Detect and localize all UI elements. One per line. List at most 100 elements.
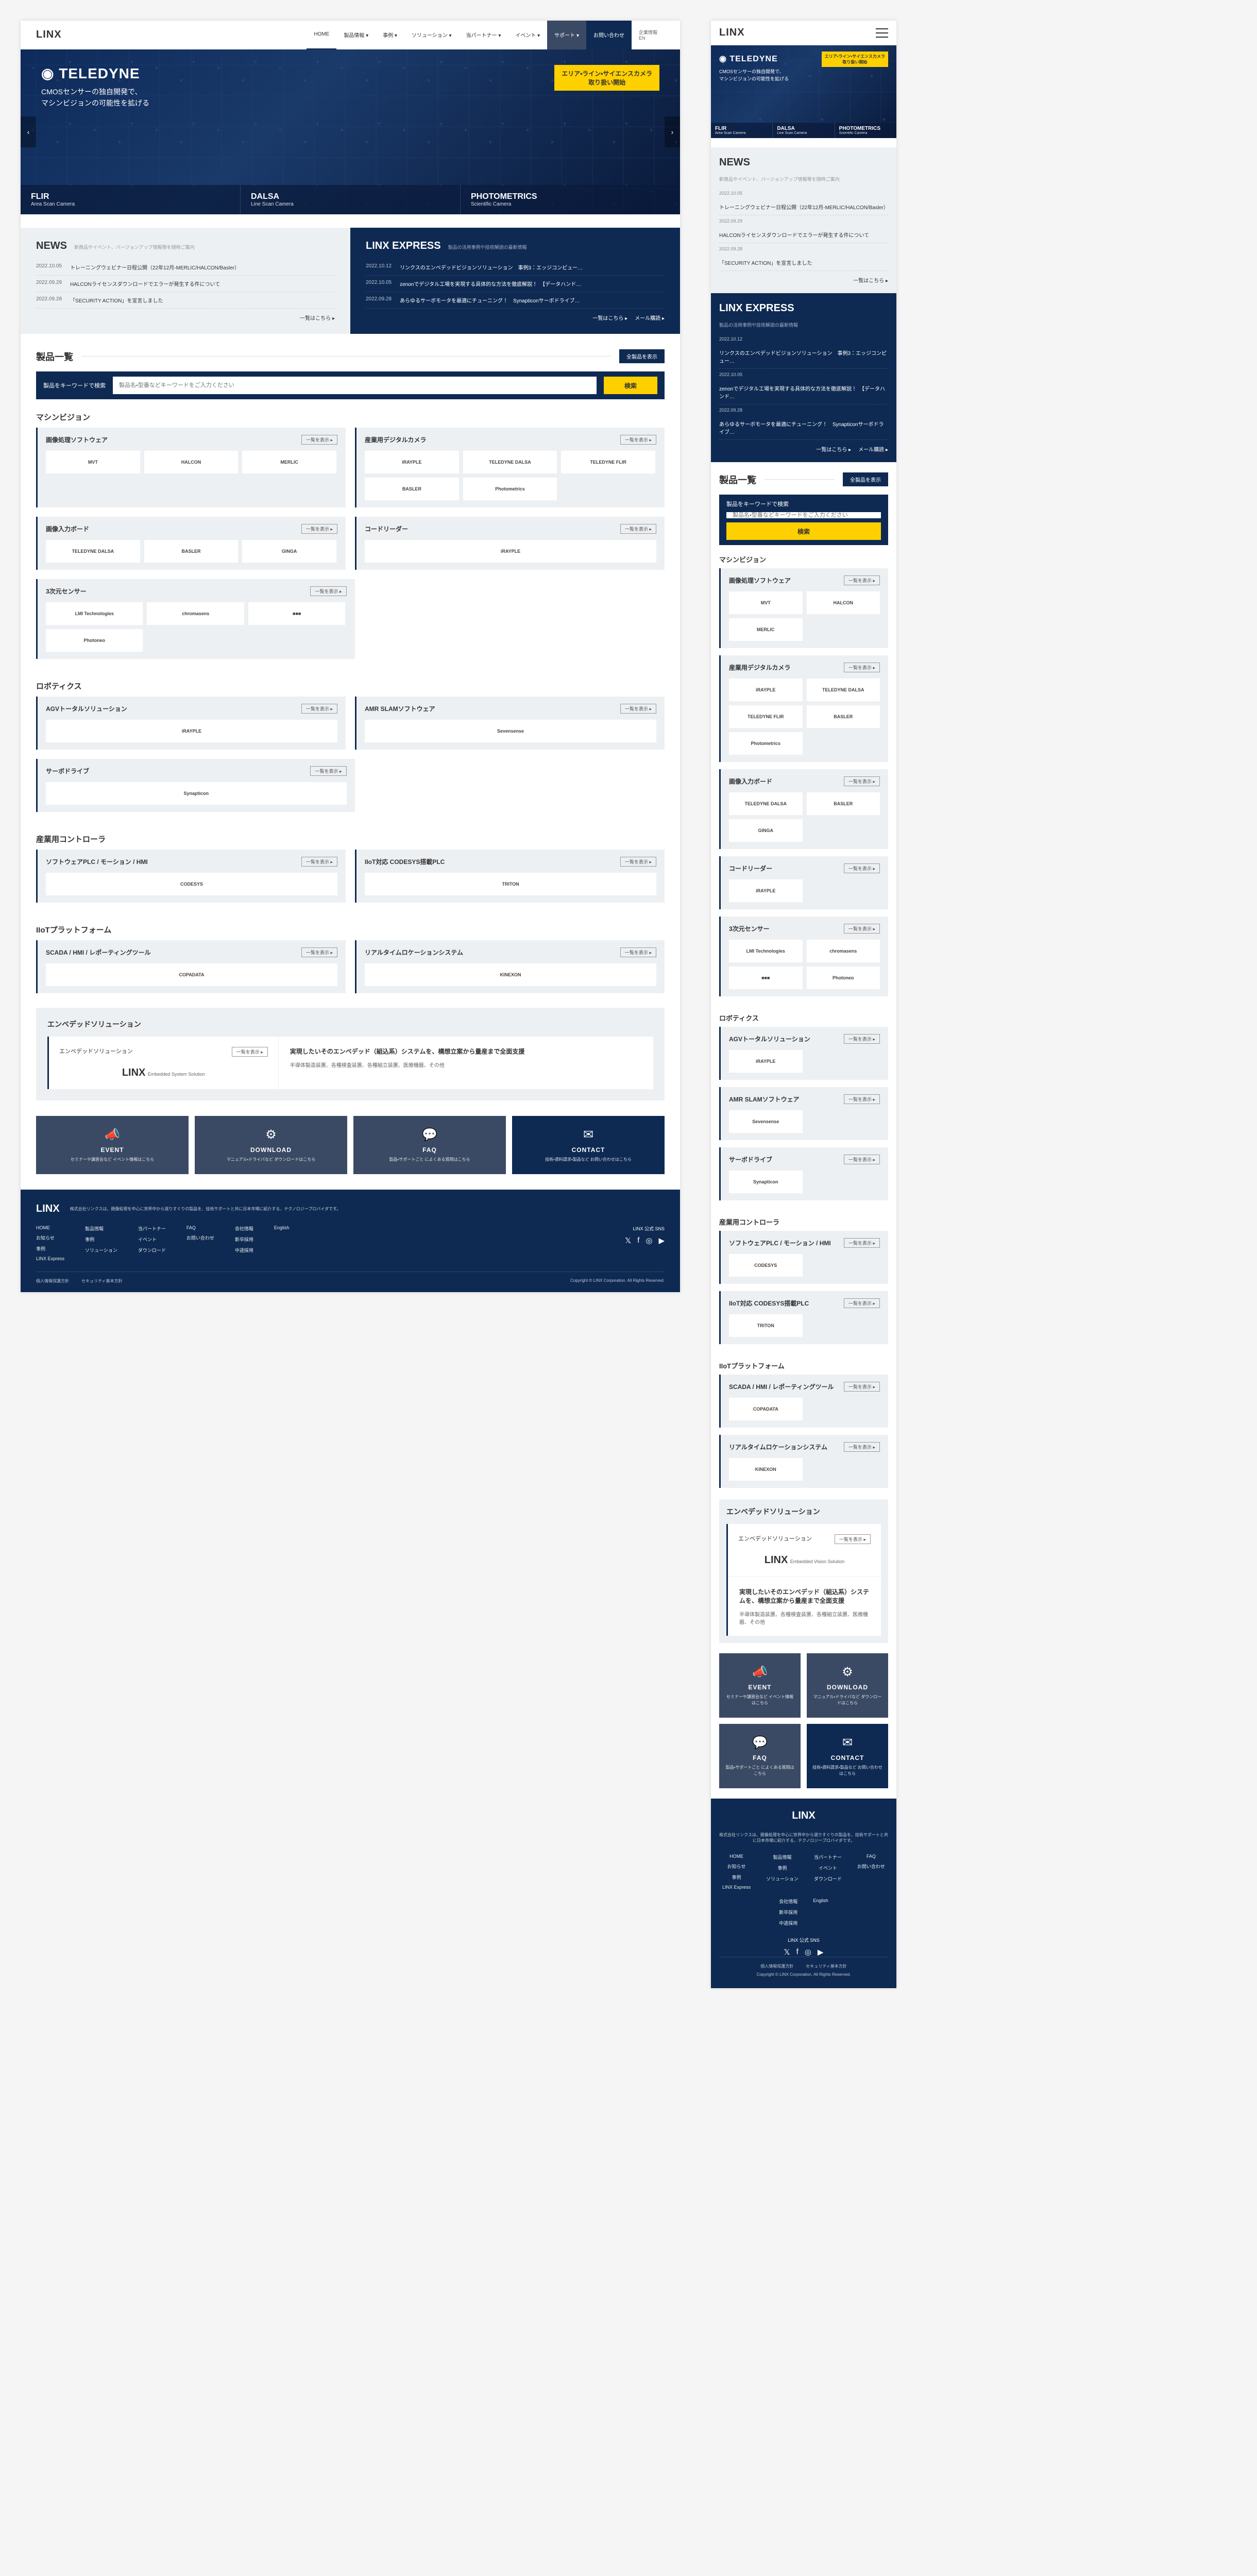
footer-link[interactable]: FAQ [857,1854,885,1859]
brand-logo[interactable]: GINGA [242,540,336,563]
brand-logo[interactable]: TELEDYNE DALSA [463,451,557,473]
brand-logo[interactable]: GINGA [729,819,803,842]
news-item[interactable]: 2022.10.05トレーニングウェビナー日程公開（22年12月-MERLIC/… [36,259,335,276]
hero-tile[interactable]: DALSALine Scan Camera [241,185,461,214]
facebook-icon[interactable]: f [637,1236,639,1245]
brand-logo[interactable]: ■■■ [729,967,803,989]
brand-logo[interactable]: iRAYPLE [46,720,337,742]
search-button[interactable]: 検索 [726,522,881,540]
cta-contact[interactable]: ✉CONTACT技術・資料請求・製品など お問い合わせはこちら [512,1116,665,1174]
nav-solutions[interactable]: ソリューション ▾ [404,21,459,49]
view-all-link[interactable]: 一覧を表示 [310,766,346,776]
view-all-link[interactable]: 一覧を表示 [844,1382,880,1392]
instagram-icon[interactable]: ◎ [646,1236,652,1245]
footer-link[interactable]: English [274,1225,290,1230]
footer-link[interactable]: 会社情報 [779,1898,797,1905]
brand-logo[interactable]: CODESYS [729,1254,803,1277]
menu-icon[interactable] [876,28,888,38]
footer-link[interactable]: お知らせ [722,1863,751,1870]
brand-logo[interactable]: MERLIC [242,451,336,473]
brand-logo[interactable]: chromasens [147,602,244,625]
brand-logo[interactable]: MERLIC [729,618,803,641]
brand-logo[interactable]: Photometrics [463,478,557,500]
brand-logo[interactable]: HALCON [807,591,880,614]
view-all-link[interactable]: 一覧を表示 [301,857,337,867]
view-all-link[interactable]: 一覧を表示 [620,435,656,445]
express-item[interactable]: 2022.09.28あらゆるサーボモータを最適にチューニング！ Synaptic… [366,292,665,309]
view-all-link[interactable]: 一覧を表示 [844,663,880,672]
brand-logo[interactable]: BASLER [365,478,459,500]
view-all-link[interactable]: 一覧を表示 [844,1034,880,1044]
view-all-link[interactable]: 一覧を表示 [844,1442,880,1452]
brand-logo[interactable]: LMI Technologies [46,602,143,625]
view-all-link[interactable]: 一覧を表示 [620,947,656,957]
express-more-link[interactable]: 一覧はこちら [592,316,627,321]
cta-faq[interactable]: 💬FAQ製品・サポートごと によくある質問はこちら [719,1724,801,1788]
view-all-link[interactable]: 一覧を表示 [301,704,337,714]
hero-tile[interactable]: PHOTOMETRICSScientific Camera [461,185,680,214]
footer-link[interactable]: 中途採用 [779,1920,797,1926]
twitter-icon[interactable]: 𝕏 [784,1947,790,1957]
cta-event[interactable]: 📣EVENTセミナーや講習会など イベント情報はこちら [719,1653,801,1718]
news-item[interactable]: 2022.09.29HALCONライセンスダウンロードでエラーが発生する件につい… [36,276,335,292]
footer-link[interactable]: ソリューション [85,1247,117,1253]
view-all-link[interactable]: 一覧を表示 [301,435,337,445]
view-all-link[interactable]: 一覧を表示 [620,704,656,714]
brand-logo[interactable]: TRITON [729,1314,803,1337]
youtube-icon[interactable]: ▶ [818,1947,824,1957]
express-item[interactable]: 2022.10.12リンクスのエンベデッドビジョンソリューション 事例3：エッジ… [366,259,665,276]
footer-link[interactable]: 事例 [722,1874,751,1880]
brand-logo[interactable]: BASLER [144,540,239,563]
brand-logo[interactable]: TELEDYNE DALSA [807,679,880,701]
brand-logo[interactable]: iRAYPLE [365,540,656,563]
facebook-icon[interactable]: f [796,1947,799,1957]
footer-link[interactable]: 製品情報 [85,1225,117,1232]
footer-link[interactable]: イベント [814,1865,842,1871]
search-input[interactable] [726,512,881,518]
brand-logo[interactable]: TELEDYNE DALSA [729,792,803,815]
brand-logo[interactable]: LMI Technologies [729,940,803,962]
footer-link[interactable]: HOME [36,1225,64,1230]
nav-contact[interactable]: お問い合わせ [586,21,632,49]
brand-logo[interactable]: KINEXON [365,963,656,986]
brand-logo[interactable]: Sevensense [729,1110,803,1133]
view-all-link[interactable]: 一覧を表示 [844,924,880,934]
twitter-icon[interactable]: 𝕏 [625,1236,631,1245]
view-all-link[interactable]: 一覧を表示 [844,1238,880,1248]
view-all-link[interactable]: 一覧を表示 [844,1155,880,1164]
view-all-link[interactable]: 一覧を表示 [620,524,656,534]
footer-link[interactable]: 新卒採用 [235,1236,253,1243]
footer-link[interactable]: 事例 [85,1236,117,1243]
brand-logo[interactable]: MVT [729,591,803,614]
footer-link[interactable]: 会社情報 [235,1225,253,1232]
brand-logo[interactable]: iRAYPLE [729,679,803,701]
footer-link[interactable]: イベント [138,1236,166,1243]
nav-products[interactable]: 製品情報 ▾ [336,21,376,49]
mail-subscribe-link[interactable]: メール購読 [635,316,665,321]
logo[interactable]: LINX [719,27,745,39]
instagram-icon[interactable]: ◎ [805,1947,811,1957]
all-products-button[interactable]: 全製品を表示 [843,472,888,486]
view-all-link[interactable]: 一覧を表示 [844,776,880,786]
brand-logo[interactable]: TELEDYNE FLIR [729,705,803,728]
brand-logo[interactable]: BASLER [807,705,880,728]
view-all-link[interactable]: 一覧を表示 [310,586,346,596]
brand-logo[interactable]: HALCON [144,451,239,473]
footer-link[interactable]: ダウンロード [814,1875,842,1882]
footer-link[interactable]: お知らせ [36,1234,64,1241]
brand-logo[interactable]: Sevensense [365,720,656,742]
brand-logo[interactable]: CODESYS [46,873,337,895]
cta-faq[interactable]: 💬FAQ製品・サポートごと によくある質問はこちら [353,1116,506,1174]
footer-link[interactable]: ソリューション [766,1875,799,1882]
nav-support[interactable]: サポート ▾ [547,21,586,49]
nav-corporate[interactable]: 企業情報 [639,29,657,36]
search-input[interactable] [113,377,597,394]
footer-link[interactable]: お問い合わせ [186,1234,214,1241]
footer-link[interactable]: お問い合わせ [857,1863,885,1870]
brand-logo[interactable]: COPADATA [729,1398,803,1420]
footer-link[interactable]: 中途採用 [235,1247,253,1253]
footer-link[interactable]: 事例 [36,1245,64,1252]
footer-link[interactable]: 製品情報 [766,1854,799,1860]
cta-download[interactable]: ⚙DOWNLOADマニュアル・ドライバなど ダウンロードはこちら [807,1653,888,1718]
brand-logo[interactable]: ■■■ [248,602,345,625]
